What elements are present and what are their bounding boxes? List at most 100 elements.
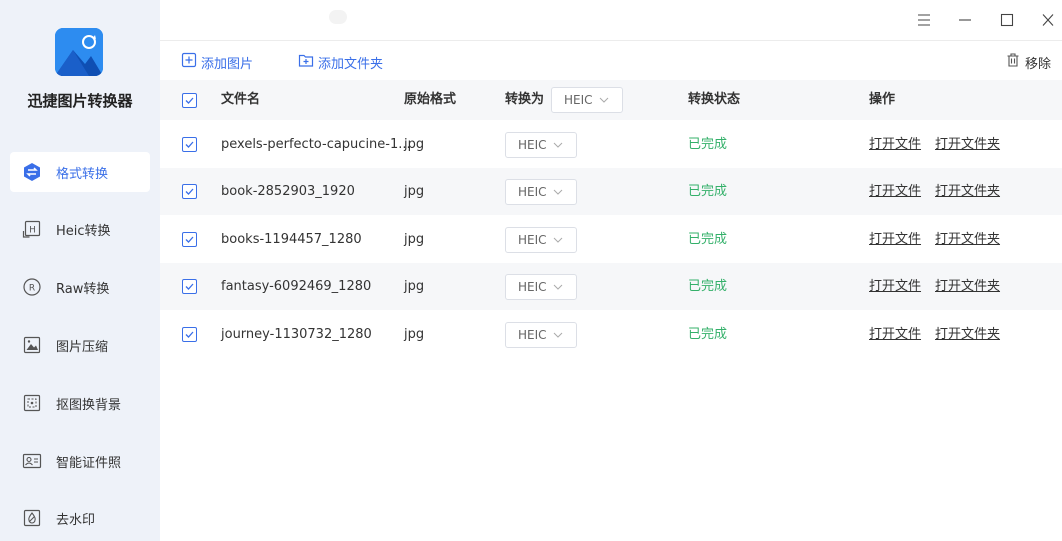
sidebar-item-label: Heic转换 <box>56 223 111 239</box>
target-format-select[interactable]: HEIC <box>505 179 577 205</box>
sidebar-item-label: Raw转换 <box>56 281 110 297</box>
row-checkbox[interactable] <box>182 184 197 199</box>
sidebar-item-id-photo[interactable]: 智能证件照 <box>10 441 150 481</box>
sidebar-item-label: 格式转换 <box>56 166 109 182</box>
maximize-icon[interactable] <box>995 8 1019 32</box>
target-format-value: HEIC <box>518 185 547 199</box>
status-text: 已完成 <box>688 232 728 247</box>
table-row: journey-1130732_1280 jpg HEIC 已完成 打开文件 打… <box>160 311 1062 358</box>
convert-to-all-select[interactable]: HEIC <box>551 87 623 113</box>
status-text: 已完成 <box>688 279 728 294</box>
menu-icon[interactable] <box>912 8 936 32</box>
app-title: 迅捷图片转换器 <box>27 92 133 110</box>
target-format-select[interactable]: HEIC <box>505 274 577 300</box>
sidebar-item-heic[interactable]: H Heic转换 <box>10 209 150 249</box>
app-logo-icon <box>55 28 103 76</box>
open-file-link[interactable]: 打开文件 <box>869 216 921 263</box>
camera-indicator <box>329 10 347 24</box>
target-format-select[interactable]: HEIC <box>505 227 577 253</box>
chevron-down-icon <box>553 187 563 197</box>
row-checkbox[interactable] <box>182 327 197 342</box>
chevron-down-icon <box>553 330 563 340</box>
sidebar-item-image-compress[interactable]: 图片压缩 <box>10 325 150 365</box>
file-name: book-2852903_1920 <box>221 184 355 199</box>
close-icon[interactable] <box>1036 8 1060 32</box>
add-image-icon <box>181 52 197 72</box>
sidebar-item-label: 去水印 <box>56 512 96 528</box>
sidebar-item-label: 图片压缩 <box>56 339 109 355</box>
open-file-link[interactable]: 打开文件 <box>869 263 921 310</box>
original-format: jpg <box>404 232 425 247</box>
open-file-link[interactable]: 打开文件 <box>869 311 921 358</box>
open-folder-link[interactable]: 打开文件夹 <box>935 216 1000 263</box>
sidebar-item-raw[interactable]: R Raw转换 <box>10 267 150 307</box>
table-row: pexels-perfecto-capucine-1... jpg HEIC 已… <box>160 121 1062 168</box>
chevron-down-icon <box>553 140 563 150</box>
raw-icon: R <box>22 277 42 297</box>
sidebar: 迅捷图片转换器 格式转换 H Heic转换 R Raw转换 图片压缩 抠图换背景 <box>0 0 160 541</box>
open-folder-link[interactable]: 打开文件夹 <box>935 263 1000 310</box>
cutout-icon <box>22 393 42 413</box>
target-format-value: HEIC <box>518 280 547 294</box>
image-compress-icon <box>22 335 42 355</box>
format-convert-icon <box>22 162 42 182</box>
titlebar-divider <box>160 40 1062 41</box>
file-name: fantasy-6092469_1280 <box>221 279 372 294</box>
chevron-down-icon <box>553 235 563 245</box>
watermark-icon <box>22 508 42 528</box>
add-image-label: 添加图片 <box>201 56 254 72</box>
open-folder-link[interactable]: 打开文件夹 <box>935 168 1000 215</box>
open-file-link[interactable]: 打开文件 <box>869 168 921 215</box>
column-header-filename: 文件名 <box>221 92 261 107</box>
status-text: 已完成 <box>688 184 728 199</box>
file-name: journey-1130732_1280 <box>221 327 372 342</box>
chevron-down-icon <box>553 282 563 292</box>
trash-icon <box>1005 52 1021 72</box>
status-text: 已完成 <box>688 137 728 152</box>
add-folder-label: 添加文件夹 <box>318 56 384 72</box>
column-header-original-format: 原始格式 <box>404 92 457 107</box>
add-folder-icon <box>298 52 314 72</box>
target-format-select[interactable]: HEIC <box>505 132 577 158</box>
file-name: books-1194457_1280 <box>221 232 362 247</box>
svg-text:R: R <box>29 284 35 294</box>
open-folder-link[interactable]: 打开文件夹 <box>935 311 1000 358</box>
target-format-value: HEIC <box>518 233 547 247</box>
open-folder-link[interactable]: 打开文件夹 <box>935 121 1000 168</box>
target-format-select[interactable]: HEIC <box>505 322 577 348</box>
row-checkbox[interactable] <box>182 232 197 247</box>
sidebar-item-label: 智能证件照 <box>56 455 122 471</box>
original-format: jpg <box>404 279 425 294</box>
chevron-down-icon <box>599 95 609 105</box>
sidebar-item-cutout[interactable]: 抠图换背景 <box>10 383 150 423</box>
column-header-actions: 操作 <box>869 92 896 107</box>
original-format: jpg <box>404 137 425 152</box>
target-format-value: HEIC <box>518 328 547 342</box>
sidebar-item-watermark[interactable]: 去水印 <box>10 498 150 538</box>
remove-label: 移除 <box>1025 56 1052 72</box>
table-header: 文件名 原始格式 转换为 HEIC 转换状态 操作 <box>160 80 1062 120</box>
open-file-link[interactable]: 打开文件 <box>869 121 921 168</box>
sidebar-item-label: 抠图换背景 <box>56 397 122 413</box>
sidebar-item-format-convert[interactable]: 格式转换 <box>10 152 150 192</box>
minimize-icon[interactable] <box>953 8 977 32</box>
row-checkbox[interactable] <box>182 279 197 294</box>
svg-text:H: H <box>29 226 36 236</box>
add-image-button[interactable]: 添加图片 <box>181 52 253 72</box>
row-checkbox[interactable] <box>182 137 197 152</box>
remove-button[interactable]: 移除 <box>1005 52 1051 72</box>
original-format: jpg <box>404 184 425 199</box>
table-row: book-2852903_1920 jpg HEIC 已完成 打开文件 打开文件… <box>160 168 1062 215</box>
select-all-checkbox[interactable] <box>182 93 197 108</box>
column-header-status: 转换状态 <box>688 92 741 107</box>
column-header-convert-to: 转换为 <box>505 92 545 107</box>
table-row: books-1194457_1280 jpg HEIC 已完成 打开文件 打开文… <box>160 216 1062 263</box>
status-text: 已完成 <box>688 327 728 342</box>
original-format: jpg <box>404 327 425 342</box>
file-name: pexels-perfecto-capucine-1... <box>221 137 411 152</box>
table-row: fantasy-6092469_1280 jpg HEIC 已完成 打开文件 打… <box>160 263 1062 310</box>
id-photo-icon <box>22 451 42 471</box>
add-folder-button[interactable]: 添加文件夹 <box>298 52 383 72</box>
heic-icon: H <box>22 219 42 239</box>
target-format-value: HEIC <box>518 138 547 152</box>
